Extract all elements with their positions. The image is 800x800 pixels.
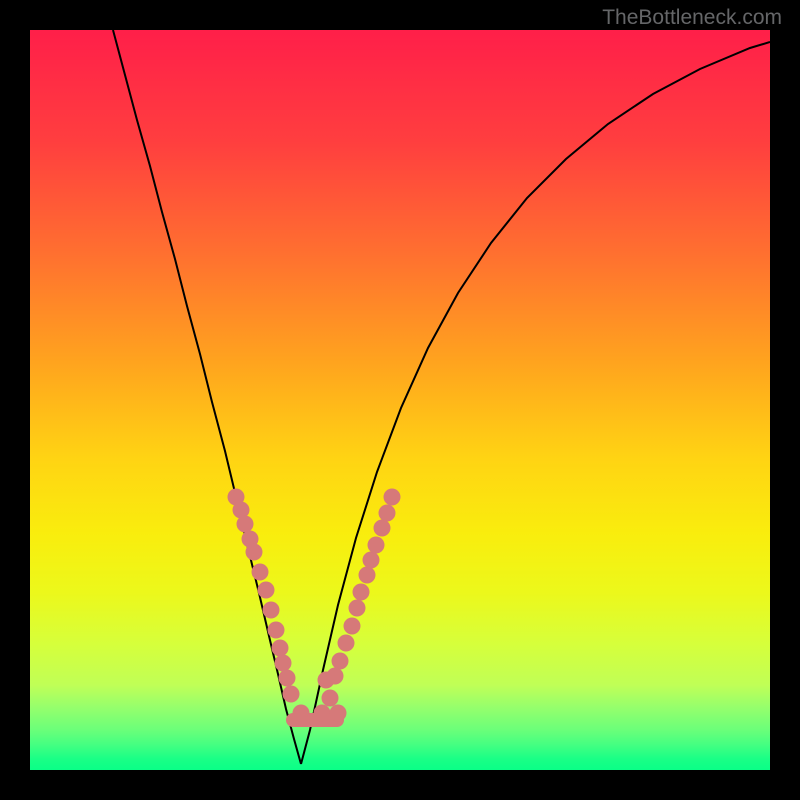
data-dot — [338, 635, 355, 652]
data-dot — [379, 505, 396, 522]
data-dot — [268, 622, 285, 639]
data-dot — [353, 584, 370, 601]
chart-svg — [30, 30, 770, 770]
left-curve — [113, 30, 301, 764]
data-dot — [330, 705, 347, 722]
plot-area — [30, 30, 770, 770]
data-dot — [263, 602, 280, 619]
data-dot — [279, 670, 296, 687]
data-dot — [332, 653, 349, 670]
data-dot — [252, 564, 269, 581]
data-dot — [384, 489, 401, 506]
data-dot — [258, 582, 275, 599]
data-dot — [322, 690, 339, 707]
right-curve — [301, 42, 770, 764]
data-dot — [349, 600, 366, 617]
data-dot — [237, 516, 254, 533]
data-dot — [374, 520, 391, 537]
data-dot — [314, 705, 331, 722]
data-dot — [275, 655, 292, 672]
data-dots — [228, 489, 401, 722]
data-dot — [246, 544, 263, 561]
data-dot — [359, 567, 376, 584]
data-dot — [283, 686, 300, 703]
watermark-text: TheBottleneck.com — [602, 6, 782, 30]
data-dot — [368, 537, 385, 554]
data-dot — [327, 668, 344, 685]
data-dot — [272, 640, 289, 657]
data-dot — [293, 705, 310, 722]
data-dot — [363, 552, 380, 569]
data-dot — [344, 618, 361, 635]
